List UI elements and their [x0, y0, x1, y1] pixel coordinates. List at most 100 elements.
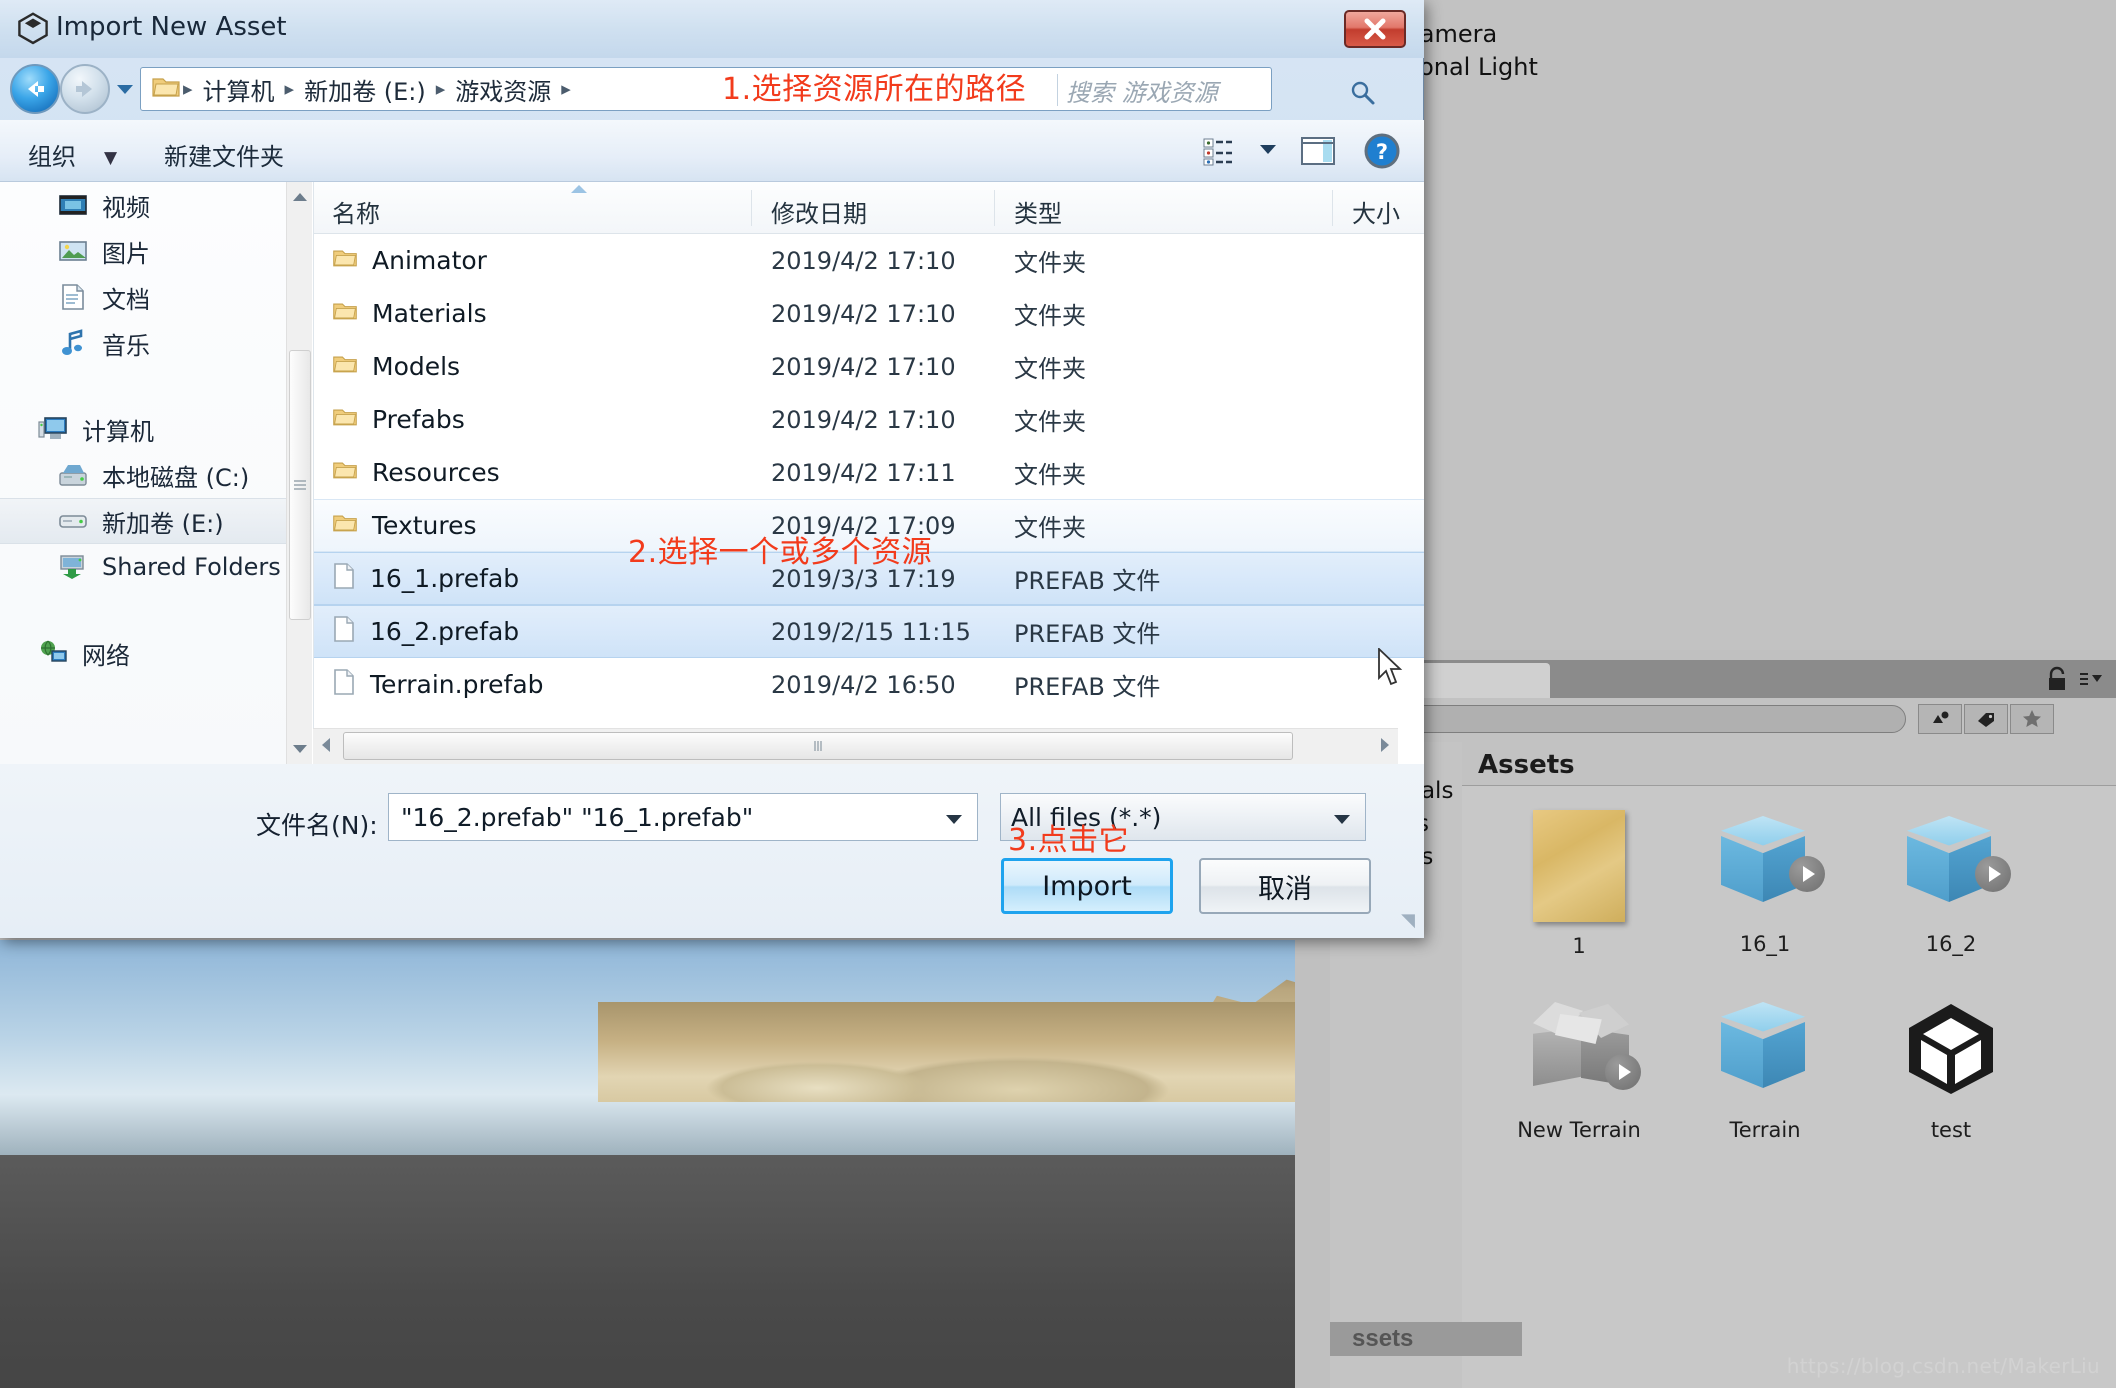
table-row[interactable]: Animator 2019/4/2 17:10 文件夹 [314, 234, 1424, 287]
filename-input[interactable]: "16_2.prefab" "16_1.prefab" [388, 793, 978, 841]
chevron-down-icon[interactable] [1333, 812, 1351, 830]
resize-grip-icon[interactable]: ◥ [1401, 910, 1415, 931]
file-name-cell: Resources [332, 458, 500, 487]
sidebar-item-documents[interactable]: 文档 [0, 274, 312, 320]
texture-thumbnail [1533, 810, 1625, 922]
scene-terrain-dunes [598, 1002, 1295, 1102]
file-name-cell: Terrain.prefab [332, 668, 544, 701]
asset-item-16-1[interactable]: 16_1 [1672, 804, 1858, 990]
scroll-right-icon[interactable] [1378, 736, 1392, 759]
asset-filter-icon[interactable] [1918, 704, 1962, 734]
hamburger-icon[interactable] [2078, 668, 2108, 695]
table-row[interactable]: Models 2019/4/2 17:10 文件夹 [314, 340, 1424, 393]
import-button[interactable]: Import [1001, 858, 1173, 914]
column-header-type[interactable]: 类型 [1014, 194, 1062, 229]
file-date: 2019/4/2 17:10 [771, 246, 956, 275]
hierarchy-item-directional-light[interactable]: tional Light [1397, 51, 2116, 84]
folder-icon [332, 458, 358, 487]
asset-label: 16_2 [1925, 932, 1977, 956]
annotation-step-2: 2.选择一个或多个资源 [628, 535, 933, 570]
unity-scene-view[interactable] [0, 940, 1295, 1388]
file-type: 文件夹 [1014, 302, 1086, 330]
column-header-name[interactable]: 名称 [332, 194, 380, 229]
history-dropdown-button[interactable] [116, 82, 134, 100]
close-button[interactable] [1344, 10, 1406, 48]
sidebar-item-computer[interactable]: 计算机 [0, 406, 312, 452]
sort-ascending-icon [568, 182, 590, 200]
view-list-icon[interactable] [1194, 130, 1242, 172]
file-icon [332, 668, 356, 701]
scroll-left-icon[interactable] [319, 736, 333, 759]
breadcrumb-game-resources[interactable]: 游戏资源 [447, 72, 559, 107]
preview-pane-icon[interactable] [1294, 130, 1342, 172]
file-name-cell: 16_1.prefab [332, 562, 519, 595]
prefab-play-badge-icon [1789, 856, 1825, 892]
chevron-down-icon[interactable]: ▼ [104, 148, 117, 168]
hierarchy-item-terrain[interactable]: in [1397, 84, 2116, 117]
column-header-date[interactable]: 修改日期 [771, 194, 867, 229]
asset-item-16-2[interactable]: 16_2 [1858, 804, 2044, 990]
filename-label: 文件名(N): [256, 811, 378, 840]
toolbar-right-group: ? [1194, 130, 1406, 172]
table-row[interactable]: Resources 2019/4/2 17:11 文件夹 [314, 446, 1424, 499]
cancel-button[interactable]: 取消 [1199, 858, 1371, 914]
drive-icon [56, 505, 90, 537]
sidebar-item-music[interactable]: 音乐 [0, 320, 312, 366]
file-name-cell: Textures [332, 511, 477, 540]
column-header-size[interactable]: 大小 [1352, 194, 1400, 229]
folder-icon [332, 511, 358, 540]
project-search-input[interactable] [1370, 705, 1906, 733]
sidebar-item-network[interactable]: 网络 [0, 630, 312, 676]
horizontal-scrollbar[interactable] [313, 728, 1398, 764]
organize-button[interactable]: 组织 [28, 137, 76, 172]
filename-value: "16_2.prefab" "16_1.prefab" [401, 802, 754, 832]
scroll-down-icon[interactable] [290, 738, 310, 760]
breadcrumb-computer[interactable]: 计算机 [195, 72, 283, 107]
back-button[interactable] [10, 64, 60, 114]
sidebar-item-label: 图片 [102, 239, 150, 268]
forward-button[interactable] [60, 64, 110, 114]
unity-hierarchy-panel: Camera tional Light in [1395, 0, 2116, 650]
table-row[interactable]: Materials 2019/4/2 17:10 文件夹 [314, 287, 1424, 340]
file-type: PREFAB 文件 [1014, 673, 1161, 701]
project-content-pane: Assets 1 16_1 16_2 New Terrain Terrain t… [1462, 742, 2116, 1388]
sidebar-item-shared-folders[interactable]: Shared Folders [0, 544, 312, 590]
chevron-down-icon[interactable] [945, 812, 963, 830]
new-folder-button[interactable]: 新建文件夹 [164, 137, 284, 172]
picture-icon [56, 235, 90, 267]
breadcrumb-volume-e[interactable]: 新加卷 (E:) [296, 72, 434, 107]
magnifier-icon[interactable] [1350, 80, 1376, 111]
sidebar-item-new-volume-e[interactable]: 新加卷 (E:) [0, 498, 312, 544]
asset-item-new-terrain[interactable]: New Terrain [1486, 990, 1672, 1176]
view-caret-icon[interactable] [1258, 142, 1278, 161]
favorite-star-icon[interactable] [2010, 704, 2054, 734]
file-type: PREFAB 文件 [1014, 567, 1161, 595]
asset-item-terrain[interactable]: Terrain [1672, 990, 1858, 1176]
horizontal-scrollbar-thumb[interactable] [343, 732, 1293, 760]
table-row[interactable]: Terrain.prefab 2019/4/2 16:50 PREFAB 文件 [314, 658, 1424, 711]
asset-item-test[interactable]: test [1858, 990, 2044, 1176]
navigation-scrollbar[interactable] [286, 182, 312, 764]
label-filter-icon[interactable] [1964, 704, 2008, 734]
scroll-up-icon[interactable] [290, 186, 310, 208]
table-row[interactable]: Prefabs 2019/4/2 17:10 文件夹 [314, 393, 1424, 446]
hierarchy-item-camera[interactable]: Camera [1397, 18, 2116, 51]
navigation-scrollbar-thumb[interactable] [289, 350, 311, 620]
music-icon [56, 327, 90, 359]
table-row[interactable]: 16_2.prefab 2019/2/15 11:15 PREFAB 文件 [314, 605, 1424, 658]
address-bar[interactable]: ▸ 计算机 ▸ 新加卷 (E:) ▸ 游戏资源 ▸ 搜索 游戏资源 [140, 67, 1375, 111]
search-input[interactable]: 搜索 游戏资源 [1066, 72, 1386, 108]
sidebar-item-label: 计算机 [82, 417, 154, 446]
harddisk-icon [56, 459, 90, 491]
sidebar-item-local-disk-c[interactable]: 本地磁盘 (C:) [0, 452, 312, 498]
sidebar-item-label: 视频 [102, 193, 150, 222]
sidebar-item-videos[interactable]: 视频 [0, 182, 312, 228]
asset-grid: 1 16_1 16_2 New Terrain Terrain test [1462, 786, 2116, 1176]
help-icon[interactable]: ? [1358, 130, 1406, 172]
watermark: https://blog.csdn.net/MakerLiu [1786, 1354, 2100, 1378]
lock-icon[interactable] [2046, 666, 2068, 697]
sidebar-item-pictures[interactable]: 图片 [0, 228, 312, 274]
prefab-cube-icon [1897, 812, 2011, 916]
project-assets-tab[interactable]: ssets [1330, 1322, 1522, 1356]
asset-item-1[interactable]: 1 [1486, 804, 1672, 990]
